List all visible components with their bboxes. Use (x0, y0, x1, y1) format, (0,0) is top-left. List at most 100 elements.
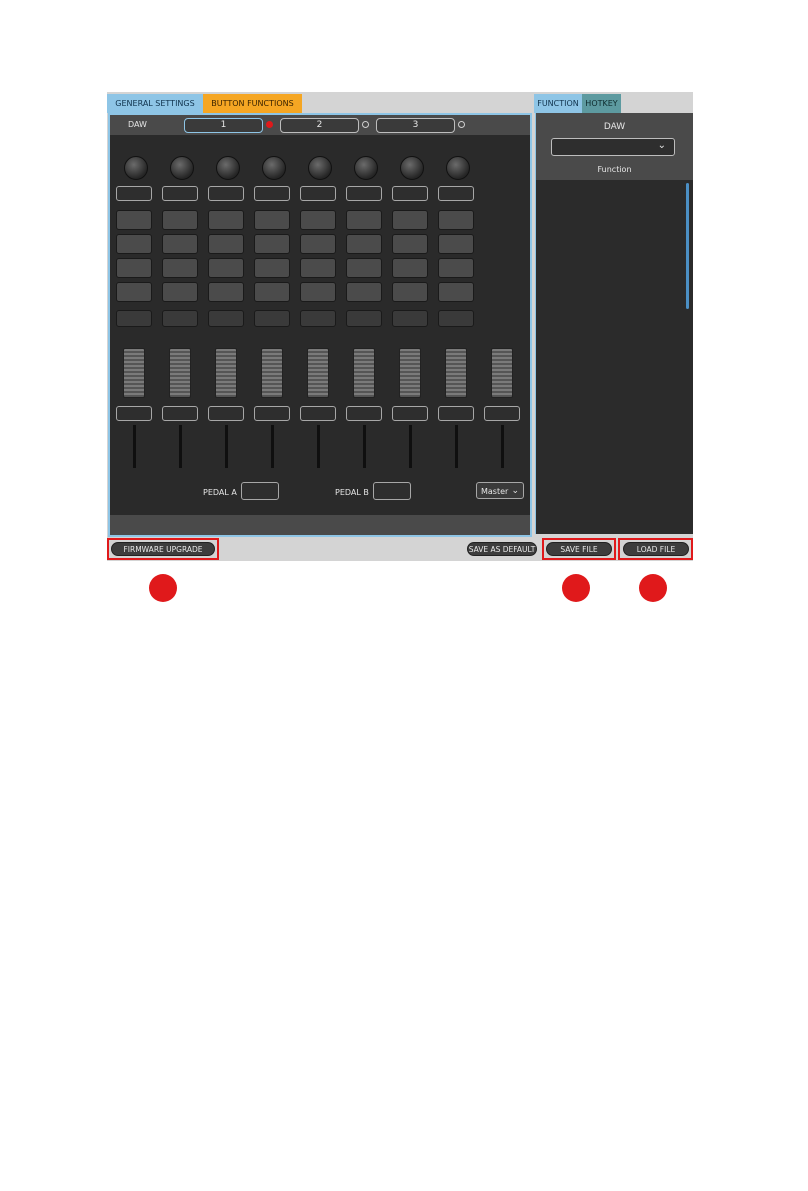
fader-track (179, 425, 182, 468)
pad-button-dim[interactable] (162, 310, 198, 327)
pad-button-dim[interactable] (208, 310, 244, 327)
pad-button-dim[interactable] (254, 310, 290, 327)
pad-button[interactable] (116, 282, 152, 302)
knob-assign-field[interactable] (162, 186, 198, 201)
fader-track (501, 425, 504, 468)
pad-button[interactable] (116, 234, 152, 254)
pad-button[interactable] (254, 258, 290, 278)
pad-button[interactable] (208, 258, 244, 278)
layer-button-1[interactable]: 1 (184, 118, 263, 133)
fader-assign-field[interactable] (300, 406, 336, 421)
pad-button-dim[interactable] (116, 310, 152, 327)
fader-1[interactable] (123, 348, 145, 398)
chevron-down-icon: ⌄ (657, 140, 666, 151)
pad-button[interactable] (254, 282, 290, 302)
pad-button[interactable] (346, 210, 382, 230)
pad-button[interactable] (300, 234, 336, 254)
save-file-button[interactable]: SAVE FILE (546, 542, 612, 556)
status-dot-icon (362, 121, 369, 128)
fader-4[interactable] (261, 348, 283, 398)
layer-button-2[interactable]: 2 (280, 118, 359, 133)
fader-assign-field[interactable] (162, 406, 198, 421)
save-as-default-button[interactable]: SAVE AS DEFAULT (467, 542, 537, 556)
pad-button[interactable] (116, 258, 152, 278)
pad-button[interactable] (438, 258, 474, 278)
knob-6[interactable] (354, 156, 378, 180)
knob-2[interactable] (170, 156, 194, 180)
tab-hotkey[interactable]: HOTKEY (582, 94, 621, 113)
pad-button[interactable] (162, 234, 198, 254)
knob-assign-field[interactable] (346, 186, 382, 201)
fader-assign-field[interactable] (116, 406, 152, 421)
pad-button[interactable] (346, 234, 382, 254)
knob-5[interactable] (308, 156, 332, 180)
knob-assign-field[interactable] (208, 186, 244, 201)
pad-button[interactable] (208, 234, 244, 254)
pad-button[interactable] (162, 210, 198, 230)
daw-select[interactable]: ⌄ (551, 138, 675, 156)
pad-button[interactable] (162, 282, 198, 302)
knob-8[interactable] (446, 156, 470, 180)
knob-assign-field[interactable] (438, 186, 474, 201)
pad-button[interactable] (392, 210, 428, 230)
pad-button[interactable] (254, 234, 290, 254)
daw-label: DAW (128, 120, 147, 129)
fader-3[interactable] (215, 348, 237, 398)
fader-assign-field[interactable] (208, 406, 244, 421)
function-list-scrollbar[interactable] (686, 183, 689, 309)
pad-button[interactable] (438, 210, 474, 230)
pad-button[interactable] (392, 282, 428, 302)
knob-assign-field[interactable] (392, 186, 428, 201)
fader-2[interactable] (169, 348, 191, 398)
pad-button[interactable] (254, 210, 290, 230)
fader-6[interactable] (353, 348, 375, 398)
fader-assign-field[interactable] (438, 406, 474, 421)
pedal-b-field[interactable] (373, 482, 411, 500)
fader-8[interactable] (445, 348, 467, 398)
fader-track (271, 425, 274, 468)
load-file-button[interactable]: LOAD FILE (623, 542, 689, 556)
pad-button-dim[interactable] (392, 310, 428, 327)
pad-button[interactable] (208, 210, 244, 230)
fader-track (409, 425, 412, 468)
pad-button-dim[interactable] (300, 310, 336, 327)
pad-button[interactable] (346, 258, 382, 278)
knob-1[interactable] (124, 156, 148, 180)
app-window: GENERAL SETTINGS BUTTON FUNCTIONS FUNCTI… (107, 92, 693, 561)
pad-button[interactable] (300, 258, 336, 278)
tab-function[interactable]: FUNCTION (534, 94, 582, 113)
fader-assign-field[interactable] (392, 406, 428, 421)
pad-button[interactable] (162, 258, 198, 278)
pad-button[interactable] (392, 258, 428, 278)
knob-3[interactable] (216, 156, 240, 180)
fader-7[interactable] (399, 348, 421, 398)
pad-button[interactable] (438, 282, 474, 302)
knob-assign-field[interactable] (300, 186, 336, 201)
knob-assign-field[interactable] (116, 186, 152, 201)
fader-assign-field[interactable] (484, 406, 520, 421)
pad-button[interactable] (208, 282, 244, 302)
pad-button-dim[interactable] (438, 310, 474, 327)
pedal-b-label: PEDAL B (335, 488, 369, 497)
fader-assign-field[interactable] (254, 406, 290, 421)
layer-button-3[interactable]: 3 (376, 118, 455, 133)
fader-track (225, 425, 228, 468)
fader-5[interactable] (307, 348, 329, 398)
pad-button-dim[interactable] (346, 310, 382, 327)
knob-assign-field[interactable] (254, 186, 290, 201)
pad-button[interactable] (438, 234, 474, 254)
pad-button[interactable] (116, 210, 152, 230)
knob-4[interactable] (262, 156, 286, 180)
pedal-a-field[interactable] (241, 482, 279, 500)
tab-button-functions[interactable]: BUTTON FUNCTIONS (203, 94, 302, 113)
firmware-upgrade-button[interactable]: FIRMWARE UPGRADE (111, 542, 215, 556)
knob-7[interactable] (400, 156, 424, 180)
tab-general-settings[interactable]: GENERAL SETTINGS (107, 94, 203, 113)
master-select[interactable]: Master ⌄ (476, 482, 524, 499)
pad-button[interactable] (300, 210, 336, 230)
pad-button[interactable] (346, 282, 382, 302)
fader-9[interactable] (491, 348, 513, 398)
pad-button[interactable] (300, 282, 336, 302)
fader-assign-field[interactable] (346, 406, 382, 421)
pad-button[interactable] (392, 234, 428, 254)
